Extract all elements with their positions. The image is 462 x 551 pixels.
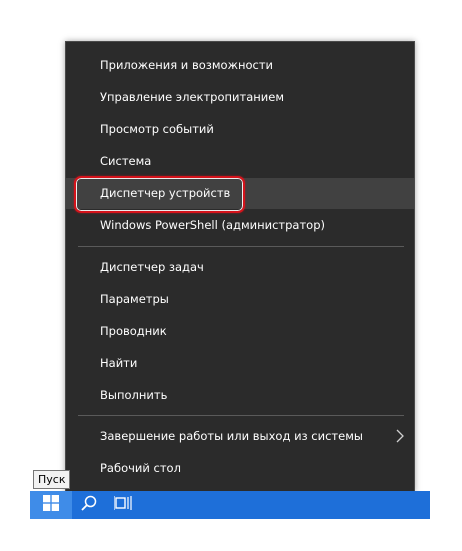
menu-item-label: Найти (100, 356, 138, 370)
menu-item-run[interactable]: Выполнить (66, 380, 414, 411)
menu-item-label: Завершение работы или выход из системы (100, 429, 363, 443)
menu-item-event-viewer[interactable]: Просмотр событий (66, 114, 414, 145)
task-view-button[interactable] (106, 491, 140, 519)
menu-item-desktop[interactable]: Рабочий стол (66, 453, 414, 484)
menu-item-system[interactable]: Система (66, 146, 414, 177)
chevron-right-icon (396, 421, 404, 452)
menu-item-label: Система (100, 154, 152, 168)
task-view-icon (113, 495, 132, 515)
menu-item-label: Параметры (100, 292, 169, 306)
windows-logo-icon (43, 495, 59, 515)
menu-item-search[interactable]: Найти (66, 348, 414, 379)
menu-item-shutdown-signout[interactable]: Завершение работы или выход из системы (66, 421, 414, 452)
search-icon (81, 495, 97, 515)
menu-item-powershell-admin[interactable]: Windows PowerShell (администратор) (66, 210, 414, 241)
taskbar (30, 491, 430, 519)
menu-item-label: Приложения и возможности (100, 58, 273, 72)
menu-item-settings[interactable]: Параметры (66, 284, 414, 315)
menu-item-label: Диспетчер устройств (100, 186, 231, 200)
menu-item-label: Управление электропитанием (100, 90, 284, 104)
menu-item-label: Просмотр событий (100, 122, 214, 136)
menu-item-device-manager[interactable]: Диспетчер устройств (66, 178, 414, 209)
menu-item-label: Windows PowerShell (администратор) (100, 218, 325, 232)
menu-item-label: Рабочий стол (100, 461, 181, 475)
menu-item-power-options[interactable]: Управление электропитанием (66, 82, 414, 113)
menu-item-label: Диспетчер задач (100, 260, 204, 274)
start-button[interactable] (30, 491, 72, 519)
menu-separator (78, 246, 404, 247)
menu-item-file-explorer[interactable]: Проводник (66, 316, 414, 347)
menu-item-label: Проводник (100, 324, 167, 338)
menu-item-task-manager[interactable]: Диспетчер задач (66, 252, 414, 283)
winx-context-menu: Приложения и возможности Управление элек… (65, 41, 415, 492)
search-button[interactable] (72, 491, 106, 519)
start-tooltip: Пуск (33, 470, 71, 489)
menu-item-label: Выполнить (100, 388, 168, 402)
menu-separator (78, 415, 404, 416)
menu-item-apps-features[interactable]: Приложения и возможности (66, 50, 414, 81)
